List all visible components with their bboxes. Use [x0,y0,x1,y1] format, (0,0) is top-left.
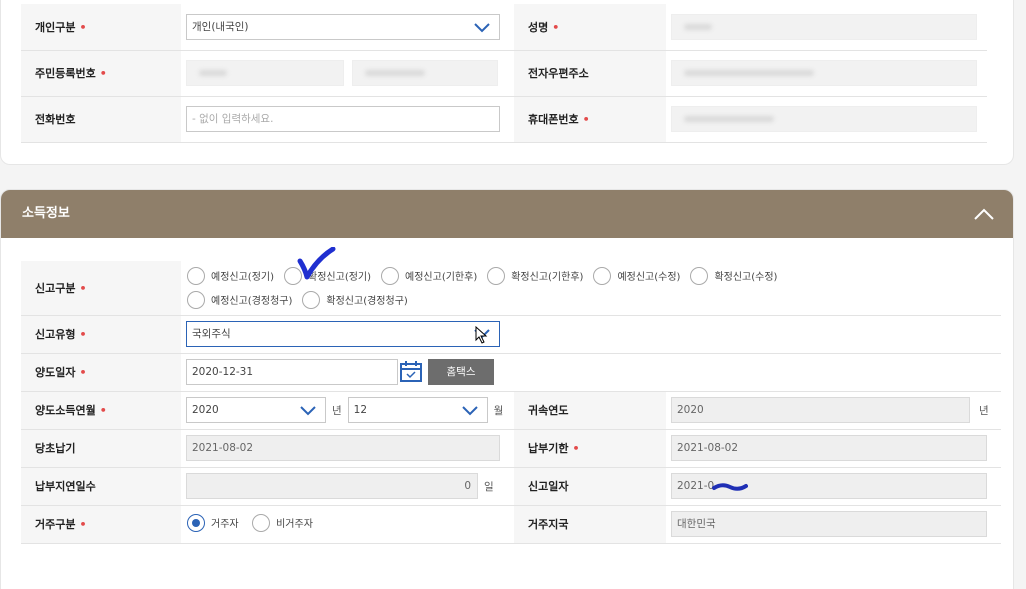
rrn-back-input[interactable] [351,60,498,86]
late-days-input: 0 [186,473,478,499]
payment-due-label: 납부기한 • [514,429,666,468]
report-kind-label: 신고유형 • [21,315,181,354]
radio-report-4[interactable]: 예정신고(수정) [593,266,680,285]
name-label: 성명 • [514,4,666,51]
payment-due-input: 2021-08-02 [671,435,987,461]
name-input[interactable] [671,13,977,40]
transfer-date-input[interactable]: 2020-12-31 [186,359,398,385]
phone-input[interactable]: - 없이 입력하세요. [186,106,500,132]
radio-circle [252,513,271,532]
report-kind-value: 국외주식 [192,328,231,340]
email-label: 전자우편주소 [514,50,666,97]
mouse-cursor-icon [475,326,488,344]
mobile-input[interactable] [671,106,977,132]
attribution-year-input: 2020 [671,397,970,423]
report-date-input: 2021-0 [671,473,987,499]
chevron-down-icon [474,23,490,33]
report-kind-select[interactable]: 국외주식 [186,321,500,347]
personal-info-panel: 개인구분 • 개인(내국인) 성명 • 주민등록번호 • 전자우편주소 전화번호 - … [0,0,1014,165]
checkmark-annotation-icon [297,247,336,280]
radio-circle [690,266,709,285]
section-title: 소득정보 [22,206,70,221]
late-days-label: 납부지연일수 [21,467,181,506]
radio-report-2[interactable]: 예정신고(기한후) [381,266,477,285]
radio-nonresident[interactable]: 비거주자 [252,513,313,532]
radio-report-3[interactable]: 확정신고(기한후) [487,266,583,285]
original-due-input: 2021-08-02 [186,435,500,461]
month-unit: 월 [493,404,504,417]
income-info-table: 신고구분 • 예정신고(정기) 확정신고(정기) 예정신고(기한후) 확정신고(기… [21,261,1001,544]
type-label: 개인구분 • [21,4,181,51]
phone-label: 전화번호 [21,96,181,143]
income-info-panel: 소득정보 신고구분 • 예정신고(정기) 확정신고(정기) 예정신고(기한후) 확… [0,189,1014,589]
residence-country-input: 대한민국 [671,511,987,537]
radio-report-0[interactable]: 예정신고(정기) [187,266,274,285]
residency-label: 거주구분 • [21,505,181,544]
calendar-icon [400,361,422,382]
radio-report-6[interactable]: 예정신고(경정청구) [187,290,292,309]
rrn-label: 주민등록번호 • [21,50,181,97]
radio-circle [381,266,400,285]
radio-circle-selected [187,513,205,532]
transfer-date-label: 양도일자 • [21,353,181,392]
month-select[interactable]: 12 [347,397,488,423]
chevron-down-icon [300,406,316,416]
type-select[interactable]: 개인(내국인) [186,13,500,40]
year-unit: 년 [332,404,342,417]
residence-country-label: 거주지국 [514,505,666,544]
original-due-label: 당초납기 [21,429,181,468]
radio-circle [487,266,506,285]
radio-resident[interactable]: 거주자 [187,513,239,532]
email-input[interactable] [671,60,977,86]
attribution-year-unit: 년 [979,404,989,417]
chevron-down-icon [461,406,478,416]
mobile-label: 휴대폰번호 • [514,96,666,143]
report-type-label: 신고구분 • [21,261,181,316]
radio-report-5[interactable]: 확정신고(수정) [690,266,777,285]
type-select-value: 개인(내국인) [192,20,249,33]
personal-info-table: 개인구분 • 개인(내국인) 성명 • 주민등록번호 • 전자우편주소 전화번호 - … [21,4,987,143]
radio-circle [187,266,205,285]
attribution-year-label: 귀속연도 [514,391,666,430]
radio-circle [302,290,321,309]
report-date-label: 신고일자 [514,467,666,506]
income-section-header[interactable]: 소득정보 [1,190,1013,238]
chevron-up-icon[interactable] [973,205,995,223]
late-days-unit: 일 [484,480,494,493]
radio-circle [593,266,612,285]
year-select[interactable]: 2020 [186,397,326,423]
rrn-front-input[interactable] [186,60,344,86]
radio-report-7[interactable]: 확정신고(경정청구) [302,290,408,309]
required-mark: • [79,20,87,34]
radio-circle [187,290,205,309]
calendar-button[interactable] [396,359,426,385]
redaction-mark [712,483,748,491]
income-month-label: 양도소득연월 • [21,391,181,430]
hometax-button[interactable]: 홈택스 [428,359,494,385]
